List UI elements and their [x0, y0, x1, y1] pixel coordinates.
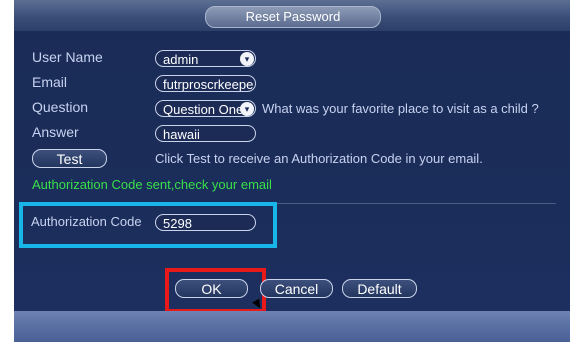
answer-label: Answer [32, 124, 79, 140]
cancel-button[interactable]: Cancel [260, 279, 333, 298]
question-text: What was your favorite place to visit as… [262, 101, 539, 116]
email-field[interactable]: futrproscrkeepe [155, 75, 256, 92]
auth-code-label: Authorization Code [31, 214, 142, 229]
reset-password-dialog: Reset Password User Name admin ▾ Email f… [14, 0, 570, 342]
email-label: Email [32, 74, 68, 90]
user-name-select[interactable]: admin ▾ [155, 50, 256, 67]
default-button[interactable]: Default [342, 279, 417, 298]
question-select[interactable]: Question One ▾ [155, 100, 256, 117]
footer-bar [14, 311, 570, 342]
user-name-label: User Name [32, 49, 103, 65]
answer-field[interactable]: hawaii [155, 125, 256, 142]
status-message: Authorization Code sent,check your email [32, 177, 272, 192]
ok-button[interactable]: OK [175, 279, 248, 298]
chevron-down-icon[interactable]: ▾ [240, 102, 254, 116]
title-bar: Reset Password [14, 0, 570, 31]
test-button[interactable]: Test [32, 149, 107, 168]
chevron-down-icon[interactable]: ▾ [240, 52, 254, 66]
dialog-title: Reset Password [205, 6, 381, 28]
test-hint: Click Test to receive an Authorization C… [155, 151, 483, 166]
auth-code-field[interactable]: 5298 [155, 214, 256, 231]
question-value: Question One [163, 102, 244, 117]
user-name-value: admin [163, 52, 199, 67]
question-label: Question [32, 99, 89, 115]
